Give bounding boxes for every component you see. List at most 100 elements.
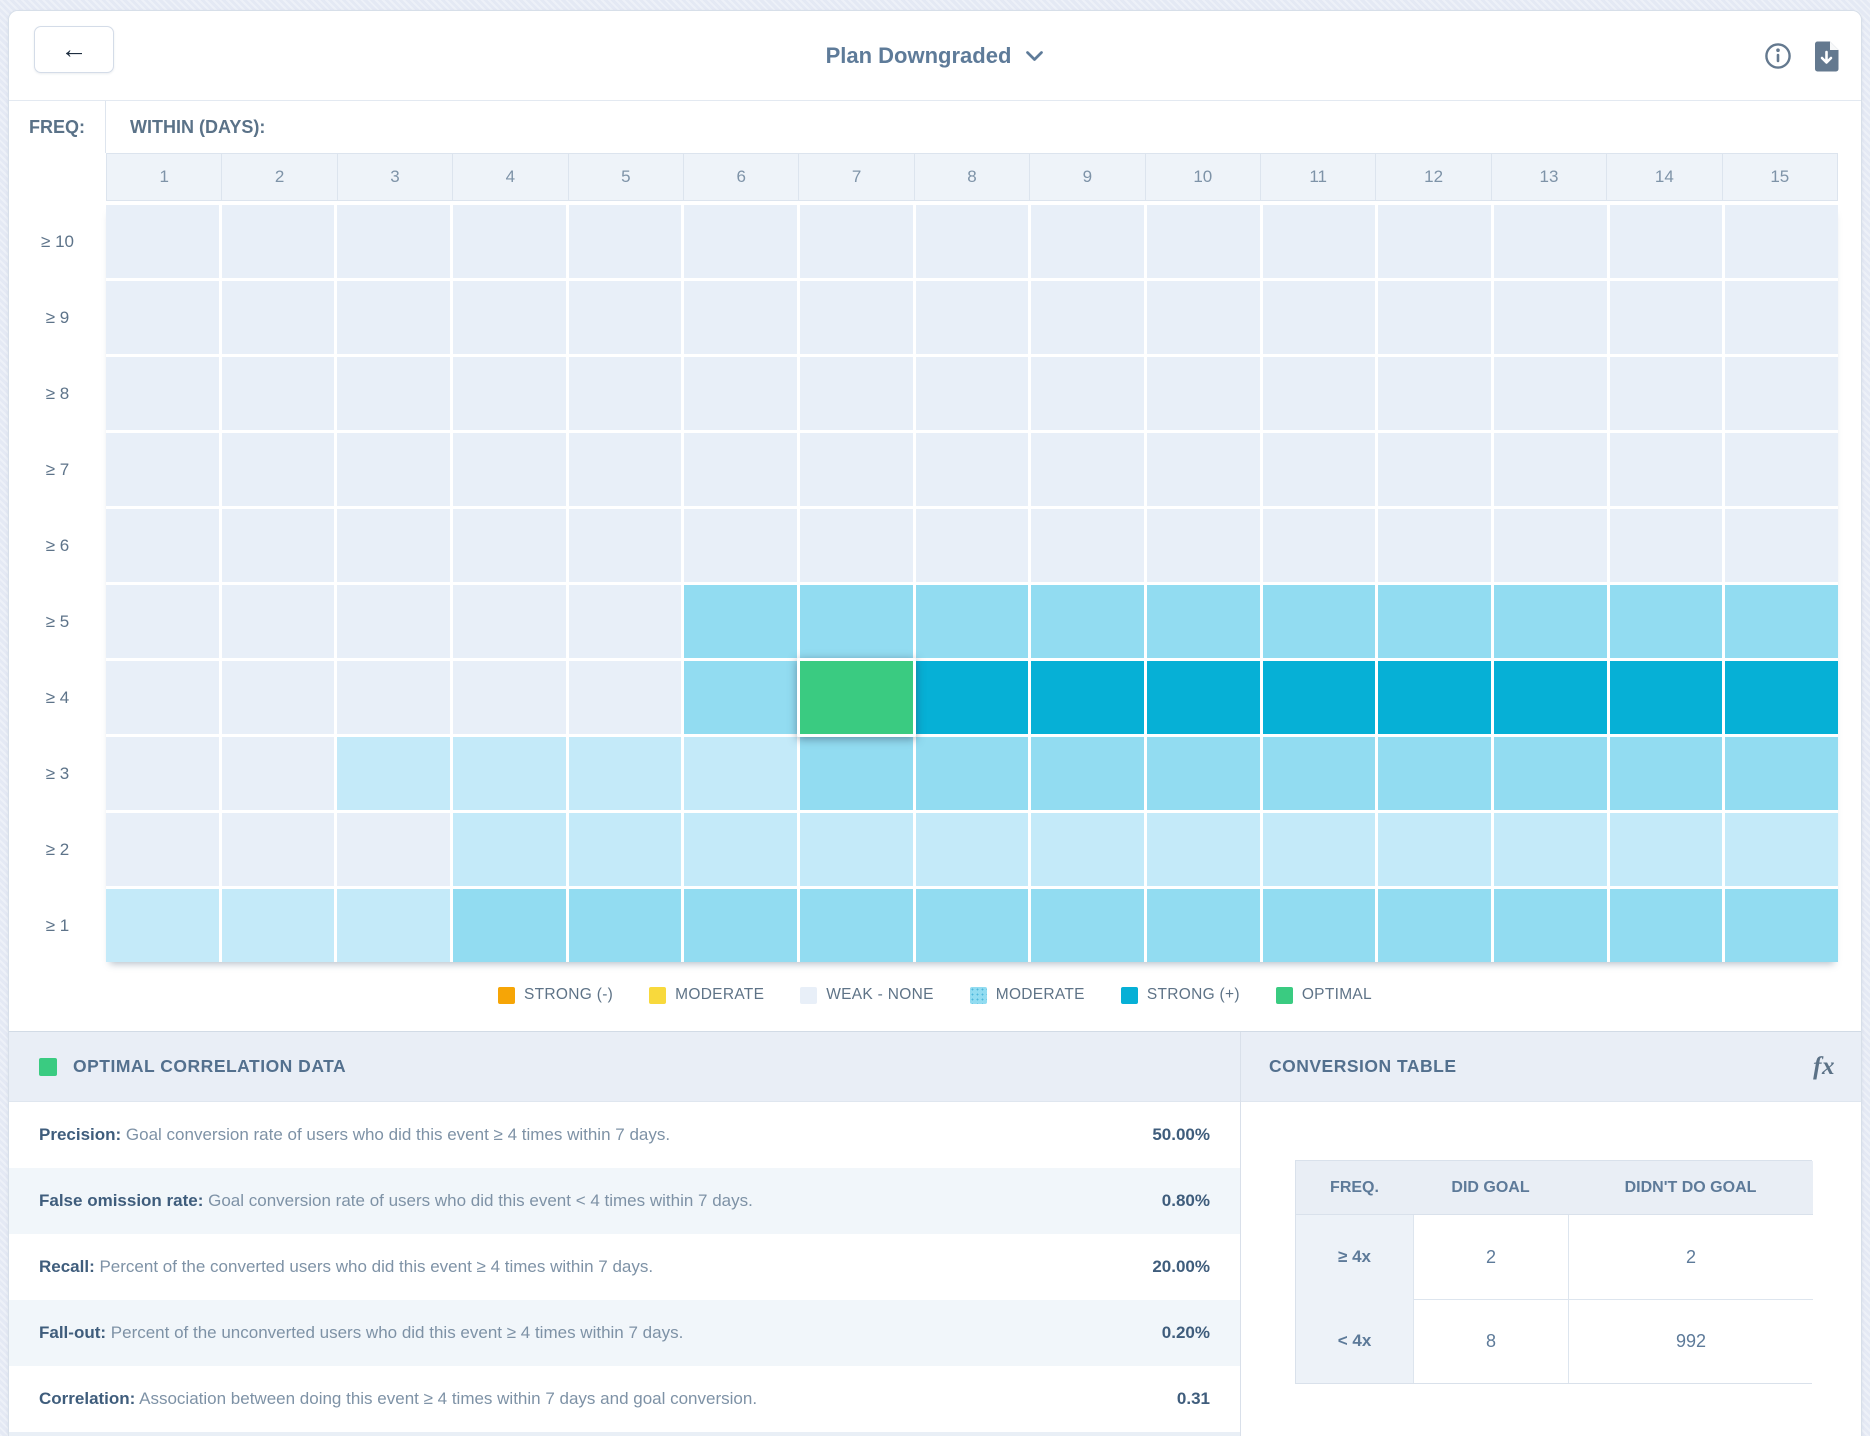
heatmap-cell[interactable] [800, 509, 913, 582]
heatmap-cell[interactable] [1378, 889, 1491, 962]
heatmap-cell[interactable] [222, 585, 335, 658]
heatmap-cell[interactable] [800, 281, 913, 354]
heatmap-cell[interactable] [106, 205, 219, 278]
heatmap-cell[interactable] [916, 433, 1029, 506]
heatmap-cell[interactable] [916, 813, 1029, 886]
heatmap-cell[interactable] [1147, 889, 1260, 962]
heatmap-cell[interactable] [916, 889, 1029, 962]
heatmap-cell[interactable] [684, 433, 797, 506]
heatmap-cell[interactable] [1494, 889, 1607, 962]
heatmap-cell[interactable] [106, 357, 219, 430]
heatmap-cell[interactable] [1263, 433, 1376, 506]
heatmap-cell[interactable] [453, 281, 566, 354]
heatmap-cell[interactable] [569, 281, 682, 354]
heatmap-cell[interactable] [1147, 661, 1260, 734]
formula-icon[interactable]: fx [1813, 1053, 1835, 1081]
heatmap-cell[interactable] [337, 661, 450, 734]
heatmap-cell[interactable] [800, 737, 913, 810]
heatmap-cell[interactable] [453, 661, 566, 734]
heatmap-cell[interactable] [1494, 433, 1607, 506]
heatmap-cell[interactable] [569, 205, 682, 278]
heatmap-cell[interactable] [569, 737, 682, 810]
heatmap-cell[interactable] [1610, 205, 1723, 278]
heatmap-cell[interactable] [1147, 509, 1260, 582]
back-button[interactable]: ← [34, 26, 114, 73]
heatmap-cell[interactable] [569, 661, 682, 734]
heatmap-cell[interactable] [1725, 433, 1838, 506]
heatmap-cell[interactable] [916, 585, 1029, 658]
heatmap-cell[interactable] [800, 889, 913, 962]
heatmap-cell[interactable] [1031, 433, 1144, 506]
heatmap-cell[interactable] [1725, 661, 1838, 734]
heatmap-cell[interactable] [1610, 661, 1723, 734]
heatmap-cell[interactable] [569, 889, 682, 962]
heatmap-cell[interactable] [1147, 813, 1260, 886]
heatmap-cell[interactable] [337, 813, 450, 886]
heatmap-cell[interactable] [1725, 357, 1838, 430]
heatmap-cell[interactable] [222, 433, 335, 506]
heatmap-cell[interactable] [684, 889, 797, 962]
heatmap-cell[interactable] [106, 585, 219, 658]
heatmap-cell[interactable] [106, 737, 219, 810]
heatmap-cell[interactable] [1031, 281, 1144, 354]
heatmap-cell[interactable] [684, 509, 797, 582]
heatmap-cell[interactable] [1610, 889, 1723, 962]
heatmap-cell[interactable] [222, 509, 335, 582]
heatmap-cell[interactable] [1610, 281, 1723, 354]
heatmap-cell[interactable] [1494, 205, 1607, 278]
heatmap-cell[interactable] [106, 889, 219, 962]
heatmap-cell[interactable] [1610, 737, 1723, 810]
heatmap-cell[interactable] [1263, 509, 1376, 582]
info-icon[interactable] [1764, 42, 1792, 70]
heatmap-cell[interactable] [1725, 813, 1838, 886]
heatmap-cell[interactable] [1263, 737, 1376, 810]
heatmap-cell[interactable] [1031, 357, 1144, 430]
heatmap-cell[interactable] [1610, 813, 1723, 886]
heatmap-cell[interactable] [569, 433, 682, 506]
heatmap-cell[interactable] [453, 205, 566, 278]
heatmap-cell[interactable] [569, 509, 682, 582]
heatmap-cell[interactable] [1263, 357, 1376, 430]
heatmap-cell[interactable] [1725, 737, 1838, 810]
heatmap-cell[interactable] [1147, 737, 1260, 810]
heatmap-cell[interactable] [800, 813, 913, 886]
heatmap-cell[interactable] [453, 585, 566, 658]
heatmap-cell[interactable] [1031, 661, 1144, 734]
heatmap-cell[interactable] [684, 205, 797, 278]
heatmap-cell[interactable] [453, 509, 566, 582]
heatmap-cell[interactable] [337, 737, 450, 810]
heatmap-cell[interactable] [106, 433, 219, 506]
heatmap-cell[interactable] [684, 813, 797, 886]
heatmap-cell[interactable] [1494, 357, 1607, 430]
heatmap-cell[interactable] [1494, 661, 1607, 734]
heatmap-cell[interactable] [1378, 509, 1491, 582]
heatmap-cell[interactable] [1494, 585, 1607, 658]
heatmap-cell[interactable] [337, 357, 450, 430]
heatmap-cell[interactable] [337, 281, 450, 354]
heatmap-cell[interactable] [1147, 357, 1260, 430]
heatmap-cell[interactable] [1725, 585, 1838, 658]
heatmap-cell[interactable] [684, 357, 797, 430]
heatmap-cell[interactable] [1031, 585, 1144, 658]
heatmap-cell[interactable] [1725, 281, 1838, 354]
heatmap-cell[interactable] [1610, 357, 1723, 430]
heatmap-cell[interactable] [916, 661, 1029, 734]
heatmap-cell[interactable] [106, 813, 219, 886]
heatmap-cell[interactable] [1147, 585, 1260, 658]
heatmap-cell[interactable] [1378, 357, 1491, 430]
heatmap-cell[interactable] [337, 205, 450, 278]
heatmap-cell[interactable] [1494, 813, 1607, 886]
heatmap-cell[interactable] [916, 509, 1029, 582]
heatmap-cell[interactable] [1263, 585, 1376, 658]
heatmap-cell[interactable] [569, 585, 682, 658]
heatmap-cell[interactable] [1725, 889, 1838, 962]
heatmap-cell[interactable] [684, 737, 797, 810]
heatmap-cell[interactable] [916, 357, 1029, 430]
heatmap-cell[interactable] [453, 357, 566, 430]
heatmap-cell[interactable] [1263, 813, 1376, 886]
heatmap-cell[interactable] [1610, 433, 1723, 506]
heatmap-cell[interactable] [1147, 433, 1260, 506]
heatmap-cell[interactable] [916, 205, 1029, 278]
heatmap-cell[interactable] [222, 889, 335, 962]
optimal-cell[interactable] [797, 658, 916, 737]
